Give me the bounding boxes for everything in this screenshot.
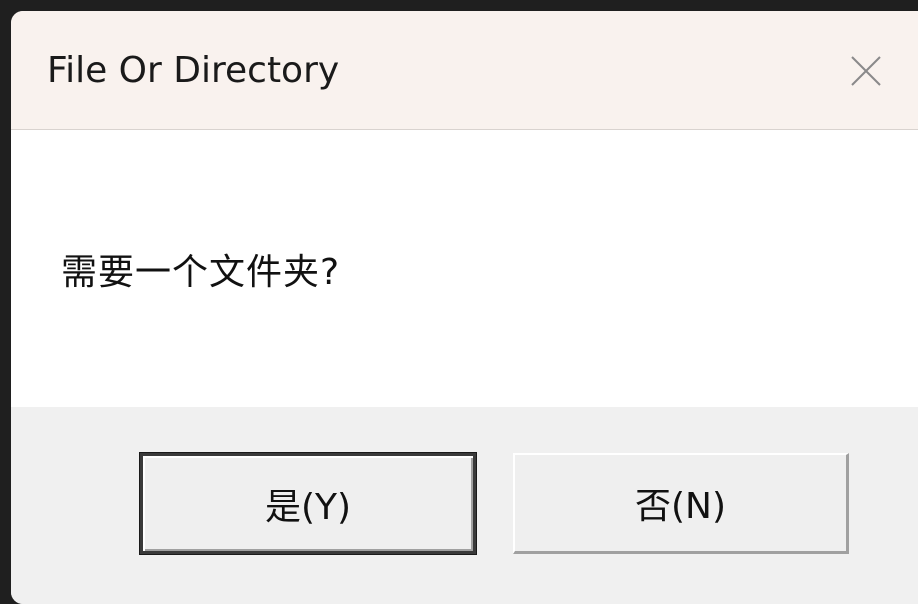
- dialog-message: 需要一个文件夹?: [61, 252, 341, 293]
- title-bar: File Or Directory: [11, 11, 918, 130]
- button-bar: 是(Y) 否(N): [11, 407, 918, 604]
- close-button[interactable]: [848, 53, 884, 89]
- message-dialog: File Or Directory 需要一个文件夹? 是(Y) 否(N): [11, 11, 918, 604]
- no-button[interactable]: 否(N): [513, 453, 849, 554]
- dialog-title: File Or Directory: [47, 50, 340, 91]
- yes-button[interactable]: 是(Y): [139, 452, 477, 555]
- close-icon: [851, 56, 881, 86]
